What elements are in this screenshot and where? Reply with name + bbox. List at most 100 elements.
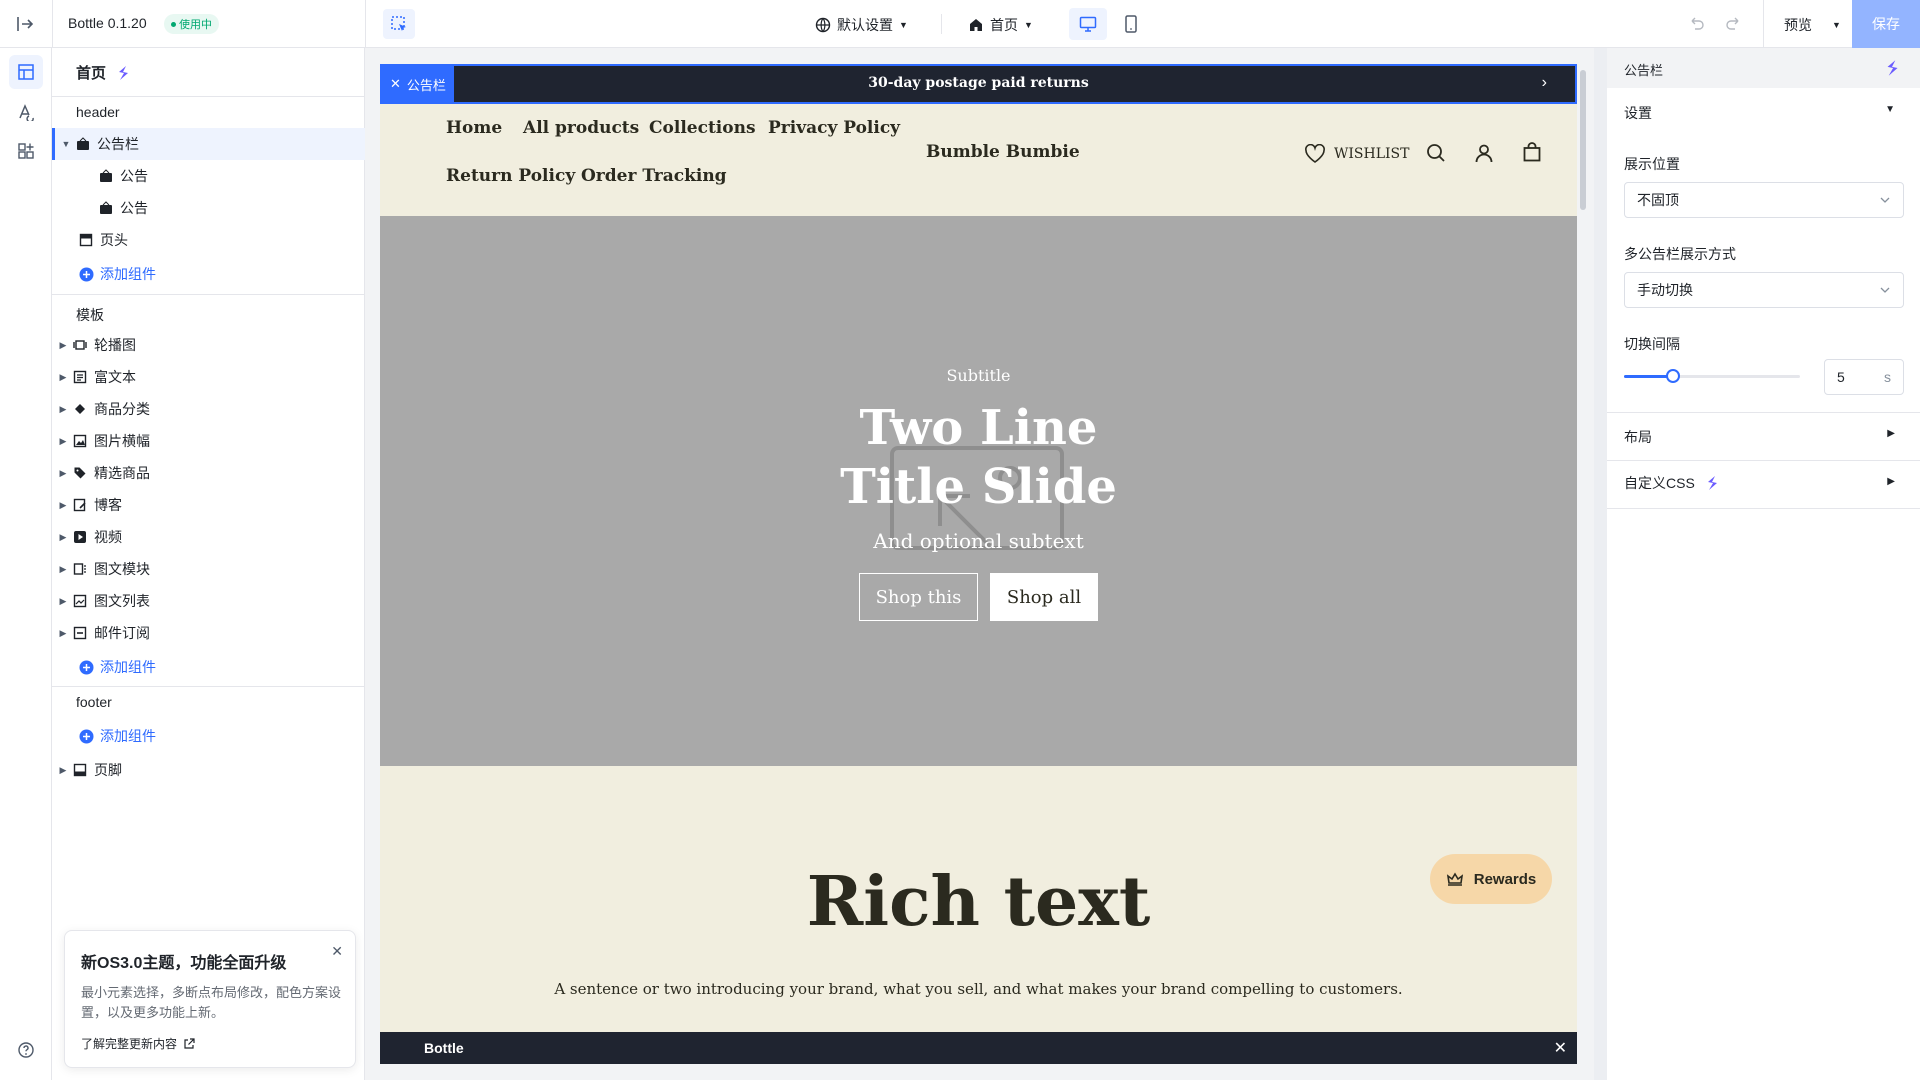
tree-item-footer[interactable]: ▶ 页脚 [52, 754, 365, 786]
caret-down-icon[interactable]: ▼ [1885, 104, 1895, 115]
interval-input-value: 5 [1837, 369, 1845, 385]
add-component-button[interactable]: 添加组件 [52, 258, 365, 290]
caret-down-icon[interactable]: ▼ [61, 139, 71, 149]
rich-text-title: Rich text [806, 862, 1151, 942]
tree-item-label: 邮件订阅 [94, 625, 150, 641]
component-tree-panel: 首页 header ▼ 公告栏 公告 公告 页头 添加组件 模板 ▶ 轮播图 ▶ 富文… [52, 48, 365, 1080]
cart-bag-icon[interactable] [1522, 142, 1542, 162]
settings-panel-title: 公告栏 [1624, 63, 1664, 78]
chevron-down-icon [1880, 287, 1890, 293]
announcement-bar[interactable]: ✕ 公告栏 30-day postage paid returns › [380, 64, 1577, 104]
caret-right-icon[interactable]: ▶ [58, 372, 68, 383]
carousel-icon [72, 337, 88, 353]
layout-icon[interactable] [9, 55, 43, 89]
caret-right-icon[interactable]: ▶ [58, 564, 68, 575]
add-component-button[interactable]: 添加组件 [52, 720, 365, 752]
tree-item-template[interactable]: ▶ 商品分类 [52, 393, 365, 425]
wishlist-link[interactable]: WISHLIST [1304, 144, 1409, 164]
tree-item-label: 公告 [120, 200, 148, 216]
theme-style-icon[interactable] [9, 95, 43, 129]
tree-item-template[interactable]: ▶ 视频 [52, 521, 365, 553]
redo-icon[interactable] [1725, 15, 1741, 31]
desktop-view-icon[interactable] [1069, 8, 1107, 40]
caret-right-icon[interactable]: ▶ [1887, 476, 1895, 487]
caret-right-icon[interactable]: ▶ [58, 436, 68, 447]
tree-item-template[interactable]: ▶ 博客 [52, 489, 365, 521]
layout-section-label[interactable]: 布局 [1624, 427, 1652, 447]
caret-right-icon[interactable]: ▶ [58, 628, 68, 639]
interval-slider-thumb[interactable] [1666, 369, 1681, 383]
preview-dropdown[interactable]: 预览 ▼ [1784, 15, 1841, 35]
plus-circle-icon [78, 728, 94, 744]
tree-item-announcement[interactable]: 公告 [52, 160, 365, 192]
newsletter-icon [72, 625, 88, 641]
search-icon[interactable] [1426, 143, 1446, 163]
caret-right-icon[interactable]: ▶ [58, 404, 68, 415]
close-icon[interactable]: ✕ [331, 943, 343, 960]
account-icon[interactable] [1474, 143, 1494, 163]
locale-dropdown[interactable]: 默认设置 ▼ [815, 15, 908, 35]
rich-text-icon [72, 369, 88, 385]
brand-name[interactable]: Bumble Bumbie [926, 142, 1080, 162]
close-icon[interactable]: ✕ [1554, 1038, 1567, 1058]
exit-editor-icon[interactable] [15, 14, 35, 34]
tree-item-announcement-bar[interactable]: ▼ 公告栏 [52, 128, 365, 160]
shop-all-button[interactable]: Shop all [990, 573, 1098, 621]
help-icon[interactable] [9, 1033, 43, 1067]
caret-right-icon[interactable]: ▶ [58, 468, 68, 479]
save-button[interactable]: 保存 [1852, 0, 1920, 48]
tree-item-announcement[interactable]: 公告 [52, 192, 365, 224]
canvas-scrollbar-thumb[interactable] [1580, 70, 1586, 210]
chevron-down-icon [1880, 197, 1890, 203]
caret-right-icon[interactable]: ▶ [58, 340, 68, 351]
interval-slider[interactable] [1624, 369, 1800, 383]
blog-icon [72, 497, 88, 513]
caret-down-icon: ▼ [899, 20, 908, 30]
interval-input[interactable]: 5 s [1824, 359, 1904, 395]
tree-item-template[interactable]: ▶ 图片横幅 [52, 425, 365, 457]
nav-link-collections[interactable]: Collections [649, 118, 756, 138]
tree-item-template[interactable]: ▶ 图文列表 [52, 585, 365, 617]
multi-display-select-value: 手动切换 [1637, 282, 1693, 298]
tree-item-template[interactable]: ▶ 轮播图 [52, 329, 365, 361]
tree-item-label: 富文本 [94, 369, 136, 385]
multi-display-select[interactable]: 手动切换 [1624, 272, 1904, 308]
caret-right-icon[interactable]: ▶ [58, 765, 68, 776]
tree-item-label: 图文模块 [94, 561, 150, 577]
video-icon [72, 529, 88, 545]
chevron-right-icon[interactable]: › [1542, 74, 1547, 92]
position-select[interactable]: 不固顶 [1624, 182, 1904, 218]
plus-circle-icon [78, 659, 94, 675]
add-component-button[interactable]: 添加组件 [52, 651, 365, 683]
mobile-view-icon[interactable] [1112, 8, 1150, 40]
hero-subtitle: Subtitle [946, 366, 1011, 385]
page-dropdown[interactable]: 首页 ▼ [968, 15, 1033, 35]
rewards-button[interactable]: Rewards [1430, 854, 1552, 904]
apps-icon[interactable] [9, 134, 43, 168]
announcement-icon [98, 168, 114, 184]
tree-item-label: 轮播图 [94, 337, 136, 353]
caret-right-icon[interactable]: ▶ [58, 596, 68, 607]
custom-css-label: 自定义CSS [1624, 475, 1695, 491]
caret-right-icon[interactable]: ▶ [1887, 428, 1895, 439]
nav-link-home[interactable]: Home [446, 118, 502, 138]
caret-right-icon[interactable]: ▶ [58, 532, 68, 543]
hero-title-line2: Title Slide [840, 459, 1117, 515]
shop-this-button[interactable]: Shop this [859, 573, 978, 621]
nav-link-order-tracking[interactable]: Order Tracking [581, 166, 727, 186]
tree-item-template[interactable]: ▶ 精选商品 [52, 457, 365, 489]
custom-css-section[interactable]: 自定义CSS [1624, 473, 1721, 493]
nav-link-return-policy[interactable]: Return Policy [446, 166, 575, 186]
tree-item-template[interactable]: ▶ 邮件订阅 [52, 617, 365, 649]
image-text-icon [72, 561, 88, 577]
tree-item-template[interactable]: ▶ 富文本 [52, 361, 365, 393]
nav-link-all-products[interactable]: All products [523, 118, 639, 138]
tree-item-page-header[interactable]: 页头 [52, 224, 365, 256]
tree-item-template[interactable]: ▶ 图文模块 [52, 553, 365, 585]
nav-link-privacy-policy[interactable]: Privacy Policy [768, 118, 900, 138]
notice-link[interactable]: 了解完整更新内容 [81, 1035, 195, 1052]
select-element-icon[interactable] [383, 9, 415, 39]
add-component-label: 添加组件 [100, 659, 156, 675]
undo-icon[interactable] [1689, 15, 1705, 31]
caret-right-icon[interactable]: ▶ [58, 500, 68, 511]
